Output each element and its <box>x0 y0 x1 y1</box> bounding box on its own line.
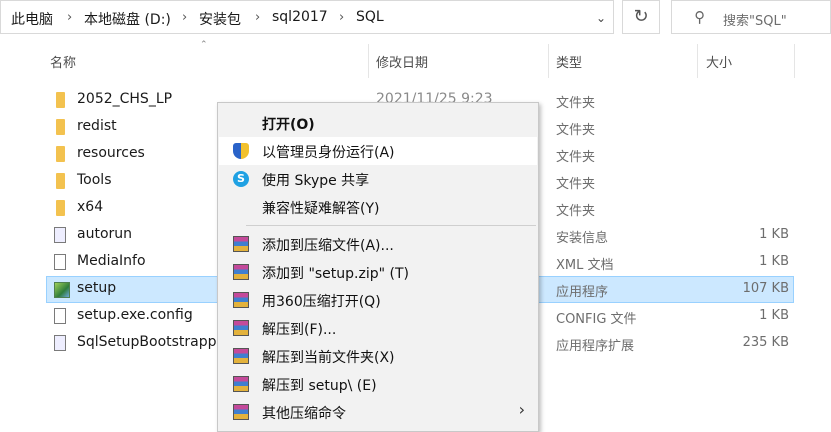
column-divider[interactable] <box>368 44 369 78</box>
file-type: 安装信息 <box>556 231 609 246</box>
uac-shield-icon <box>233 143 249 159</box>
file-type: XML 文档 <box>556 258 614 273</box>
column-divider[interactable] <box>548 44 549 78</box>
breadcrumb-sql2017[interactable]: sql2017 <box>272 9 328 25</box>
file-type: 文件夹 <box>556 204 596 219</box>
archive-icon <box>233 404 249 420</box>
file-name: redist <box>77 118 117 134</box>
menu-item-add-to-archive[interactable]: 添加到压缩文件(A)... <box>219 230 537 258</box>
breadcrumb-sql[interactable]: SQL <box>356 9 384 25</box>
file-size: 1 KB <box>759 308 789 323</box>
file-type: 文件夹 <box>556 96 596 111</box>
menu-item-extract-here[interactable]: 解压到当前文件夹(X) <box>219 342 537 370</box>
breadcrumb-this-pc[interactable]: 此电脑 <box>11 9 53 29</box>
menu-item-label: 解压到当前文件夹(X) <box>262 350 395 366</box>
menu-item-label: 解压到 setup\ (E) <box>262 378 377 394</box>
file-type: 文件夹 <box>556 123 596 138</box>
file-type: 文件夹 <box>556 150 596 165</box>
file-icon <box>54 308 66 324</box>
menu-item-other-compress[interactable]: 其他压缩命令 › <box>219 398 537 426</box>
file-type: 应用程序 <box>556 285 609 300</box>
file-name: setup <box>77 280 117 296</box>
folder-icon <box>56 92 65 108</box>
archive-icon <box>233 264 249 280</box>
menu-item-label: 其他压缩命令 <box>262 406 346 422</box>
refresh-icon[interactable]: ↻ <box>622 0 660 34</box>
file-name: 2052_CHS_LP <box>77 91 173 107</box>
menu-divider <box>246 225 536 226</box>
folder-icon <box>56 173 65 189</box>
folder-icon <box>56 119 65 135</box>
archive-icon <box>233 348 249 364</box>
inf-file-icon <box>54 227 66 243</box>
menu-item-label: 解压到(F)... <box>262 322 337 338</box>
file-type: 应用程序扩展 <box>556 339 635 354</box>
menu-item-label: 使用 Skype 共享 <box>262 173 370 189</box>
breadcrumb-separator-icon[interactable]: › <box>67 10 72 25</box>
menu-item-run-as-admin[interactable]: 以管理员身份运行(A) <box>219 137 537 165</box>
file-icon <box>54 254 66 270</box>
file-size: 235 KB <box>742 335 789 350</box>
file-size: 1 KB <box>759 227 789 242</box>
file-type: 文件夹 <box>556 177 596 192</box>
file-name: resources <box>77 145 145 161</box>
archive-icon <box>233 292 249 308</box>
menu-item-open[interactable]: 打开(O) <box>219 109 537 137</box>
column-header-date[interactable]: 修改日期 <box>376 52 428 71</box>
menu-item-label: 用360压缩打开(Q) <box>262 294 381 310</box>
menu-item-extract-to[interactable]: 解压到(F)... <box>219 314 537 342</box>
dll-file-icon <box>54 335 66 351</box>
menu-item-label: 添加到 "setup.zip" (T) <box>262 266 409 282</box>
breadcrumb-separator-icon[interactable]: › <box>255 10 260 25</box>
column-header-type[interactable]: 类型 <box>556 52 582 71</box>
menu-item-label: 添加到压缩文件(A)... <box>262 238 394 254</box>
search-input[interactable]: 搜索"SQL" <box>723 10 787 29</box>
file-name: SqlSetupBootstrapp <box>77 334 217 350</box>
file-name: Tools <box>77 172 112 188</box>
chevron-down-icon[interactable]: ⌄ <box>591 8 611 28</box>
file-type: CONFIG 文件 <box>556 312 637 327</box>
menu-item-skype-share[interactable]: S 使用 Skype 共享 <box>219 165 537 193</box>
breadcrumb-separator-icon[interactable]: › <box>182 10 187 25</box>
file-name: x64 <box>77 199 104 215</box>
archive-icon <box>233 376 249 392</box>
setup-exe-icon <box>54 282 70 298</box>
address-bar[interactable]: 此电脑 › 本地磁盘 (D:) › 安装包 › sql2017 › SQL <box>0 0 614 34</box>
menu-item-open-with-360[interactable]: 用360压缩打开(Q) <box>219 286 537 314</box>
menu-item-compat-troubleshoot[interactable]: 兼容性疑难解答(Y) <box>219 193 537 221</box>
folder-icon <box>56 146 65 162</box>
search-box[interactable]: ⚲ 搜索"SQL" <box>671 0 831 34</box>
archive-icon <box>233 320 249 336</box>
file-name: MediaInfo <box>77 253 146 269</box>
breadcrumb-drive-d[interactable]: 本地磁盘 (D:) <box>84 9 171 29</box>
file-name: setup.exe.config <box>77 307 193 323</box>
breadcrumb-install-package[interactable]: 安装包 <box>199 9 241 29</box>
breadcrumb-separator-icon[interactable]: › <box>339 10 344 25</box>
menu-item-label: 以管理员身份运行(A) <box>262 145 395 161</box>
file-name: autorun <box>77 226 133 242</box>
file-size: 1 KB <box>759 254 789 269</box>
menu-item-extract-to-setup[interactable]: 解压到 setup\ (E) <box>219 370 537 398</box>
column-divider[interactable] <box>794 44 795 78</box>
folder-icon <box>56 200 65 216</box>
chevron-right-icon: › <box>518 400 525 419</box>
menu-item-label: 兼容性疑难解答(Y) <box>262 201 380 217</box>
file-size: 107 KB <box>742 281 789 296</box>
menu-item-label: 打开(O) <box>262 117 315 133</box>
skype-icon: S <box>233 171 249 187</box>
archive-icon <box>233 236 249 252</box>
menu-item-add-to-zip[interactable]: 添加到 "setup.zip" (T) <box>219 258 537 286</box>
sort-up-icon: ⌃ <box>200 40 208 50</box>
column-header-name[interactable]: 名称 <box>50 52 76 71</box>
column-header-size[interactable]: 大小 <box>706 52 732 71</box>
context-menu: 打开(O) 以管理员身份运行(A) S 使用 Skype 共享 兼容性疑难解答(… <box>217 102 539 432</box>
column-divider[interactable] <box>697 44 698 78</box>
search-icon: ⚲ <box>694 8 705 26</box>
